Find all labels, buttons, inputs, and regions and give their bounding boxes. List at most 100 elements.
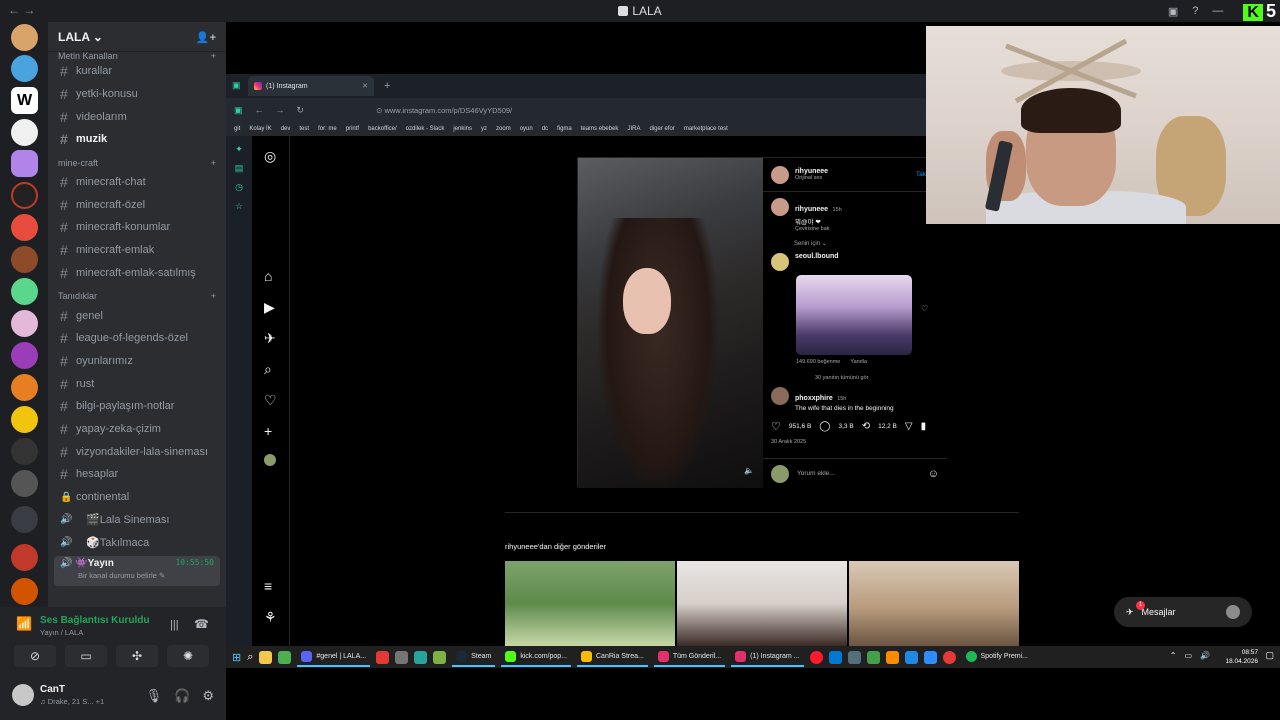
bookmark[interactable]: test: [299, 126, 309, 132]
comment-author[interactable]: phoxxphire: [795, 395, 833, 402]
help-icon[interactable]: ?: [1192, 5, 1198, 17]
activities-button[interactable]: ✣: [116, 645, 158, 667]
app-icon[interactable]: [885, 650, 899, 664]
comment-icon[interactable]: ◯: [819, 421, 830, 432]
network-icon[interactable]: ▭: [1184, 651, 1192, 660]
channel-continental[interactable]: 🔒 continental: [48, 486, 226, 509]
repost-icon[interactable]: ⟲: [862, 421, 870, 432]
channel-rust[interactable]: # rust: [48, 372, 226, 395]
app-icon[interactable]: [847, 650, 861, 664]
headphones-icon[interactable]: 🎧: [174, 688, 190, 704]
taskbar-app-chrome[interactable]: CanRia Strea...: [577, 647, 648, 667]
bookmark[interactable]: marketplace test: [684, 126, 728, 132]
bookmark[interactable]: JIRA: [627, 126, 640, 132]
author-avatar[interactable]: [771, 165, 789, 184]
messages-icon[interactable]: ✈: [264, 330, 276, 347]
bookmark[interactable]: git: [234, 126, 240, 132]
clock[interactable]: 08:57 18.04.2026: [1225, 648, 1258, 666]
voice-status[interactable]: Ses Bağlantısı Kuruldu: [40, 615, 149, 626]
server-icon[interactable]: [11, 374, 38, 401]
home-icon[interactable]: ⌂: [264, 268, 272, 284]
caption-author[interactable]: rihyuneee: [795, 206, 828, 213]
channel-yapay-zeka[interactable]: # yapay-zeka-çizim: [48, 418, 226, 441]
app-icon[interactable]: [376, 650, 390, 664]
star-icon[interactable]: ☆: [226, 201, 252, 212]
plus-icon[interactable]: +: [211, 291, 216, 301]
messages-button[interactable]: ✈ 1 Mesajlar: [1114, 597, 1252, 627]
channel-status[interactable]: Bir kanal durumu belirle ✎: [60, 571, 214, 580]
server-icon[interactable]: [11, 578, 38, 605]
back-icon[interactable]: ←: [255, 105, 264, 115]
channel-hesaplar[interactable]: # hesaplar: [48, 463, 226, 486]
search-icon[interactable]: ⌕: [264, 361, 272, 378]
mute-icon[interactable]: 🔈: [744, 466, 754, 475]
save-icon[interactable]: ▮: [921, 421, 927, 432]
notifications-icon[interactable]: ▢: [1265, 650, 1274, 661]
soundboard-button[interactable]: ✺: [167, 645, 209, 667]
taskbar-app-kick[interactable]: kick.com/pop...: [501, 647, 571, 667]
server-icon[interactable]: [11, 342, 38, 369]
channel-yetki-konusu[interactable]: # yetki-konusu: [48, 83, 226, 106]
app-icon[interactable]: [395, 650, 409, 664]
category-text-channels[interactable]: Metin Kanalları +: [48, 52, 226, 60]
plus-icon[interactable]: +: [211, 52, 216, 60]
taskbar-app-instagram-2[interactable]: (1) Instagram ...: [731, 647, 804, 667]
app-icon[interactable]: [433, 650, 447, 664]
app-icon[interactable]: [942, 650, 956, 664]
server-icon[interactable]: [11, 506, 38, 533]
channel-oyunlarimiz[interactable]: # oyunlarımız: [48, 350, 226, 373]
screen-share-button[interactable]: ▭: [65, 645, 107, 667]
comment-input[interactable]: Yorum ekle... ☺: [763, 458, 947, 488]
settings-gear-icon[interactable]: ⚙: [202, 688, 214, 704]
channel-videolarim[interactable]: # videolarım: [48, 105, 226, 128]
camera-off-button[interactable]: ⊘: [14, 645, 56, 667]
windows-start-icon[interactable]: ⊞: [232, 651, 241, 664]
app-icon[interactable]: [866, 650, 880, 664]
disconnect-icon[interactable]: ☎: [194, 617, 209, 631]
zoom-icon[interactable]: [923, 650, 937, 664]
taskbar-app-spotify[interactable]: Spotify Premi...: [962, 647, 1032, 667]
server-icon[interactable]: [11, 214, 38, 241]
channel-minecraft-ozel[interactable]: # minecraft-özel: [48, 193, 226, 216]
menu-icon[interactable]: ≡: [264, 578, 272, 594]
reply-link[interactable]: Yanıtla: [850, 359, 867, 365]
grid-post[interactable]: [677, 561, 847, 646]
server-icon[interactable]: [11, 406, 38, 433]
emoji-icon[interactable]: ☺: [928, 468, 939, 480]
taskbar-app-discord[interactable]: #genel | LALA...: [297, 647, 371, 667]
url-field[interactable]: ⊙ www.instagram.com/p/DS46VyYD509/: [376, 106, 512, 115]
bookmark[interactable]: yz: [481, 126, 487, 132]
server-icon[interactable]: [11, 24, 38, 51]
server-icon[interactable]: [11, 246, 38, 273]
volume-icon[interactable]: 🔊: [1200, 651, 1210, 660]
channel-vizyondakiler[interactable]: # vizyondakiler-lala-sineması: [48, 440, 226, 463]
avatar[interactable]: [12, 684, 34, 706]
avatar[interactable]: [771, 387, 789, 405]
heart-icon[interactable]: ♡: [264, 392, 277, 409]
comment-image[interactable]: [796, 275, 912, 355]
channel-genel[interactable]: # genel: [48, 304, 226, 327]
chevron-up-icon[interactable]: ⌃: [1170, 651, 1177, 660]
bookmark[interactable]: jenkins: [453, 126, 472, 132]
soundboard-icon[interactable]: |||: [170, 619, 179, 631]
bookmark[interactable]: printf: [346, 126, 359, 132]
bookmark[interactable]: for: me: [318, 126, 337, 132]
comment-like-icon[interactable]: ♡: [921, 304, 928, 313]
server-icon[interactable]: [11, 438, 38, 465]
server-icon[interactable]: [11, 544, 38, 571]
inbox-icon[interactable]: ▣: [1168, 5, 1178, 18]
view-replies[interactable]: 30 yanıtın tümünü gör: [763, 365, 947, 381]
taskbar-app-instagram-1[interactable]: Tüm Gönderil...: [653, 647, 726, 667]
microphone-icon[interactable]: 🎙: [146, 688, 163, 704]
channel-minecraft-chat[interactable]: # minecraft-chat: [48, 171, 226, 194]
bookmark[interactable]: oyun: [520, 126, 533, 132]
like-icon[interactable]: ♡: [771, 420, 781, 433]
minimize-button[interactable]: —: [1212, 5, 1223, 17]
server-icon[interactable]: [11, 182, 38, 209]
server-icon[interactable]: [11, 310, 38, 337]
reload-icon[interactable]: ↻: [297, 105, 305, 116]
bookmark[interactable]: zoom: [496, 126, 511, 132]
translate-link[interactable]: Çevirisine bak: [795, 226, 842, 232]
channel-minecraft-emlak[interactable]: # minecraft-emlak: [48, 239, 226, 262]
ai-icon[interactable]: ✦: [226, 144, 252, 155]
